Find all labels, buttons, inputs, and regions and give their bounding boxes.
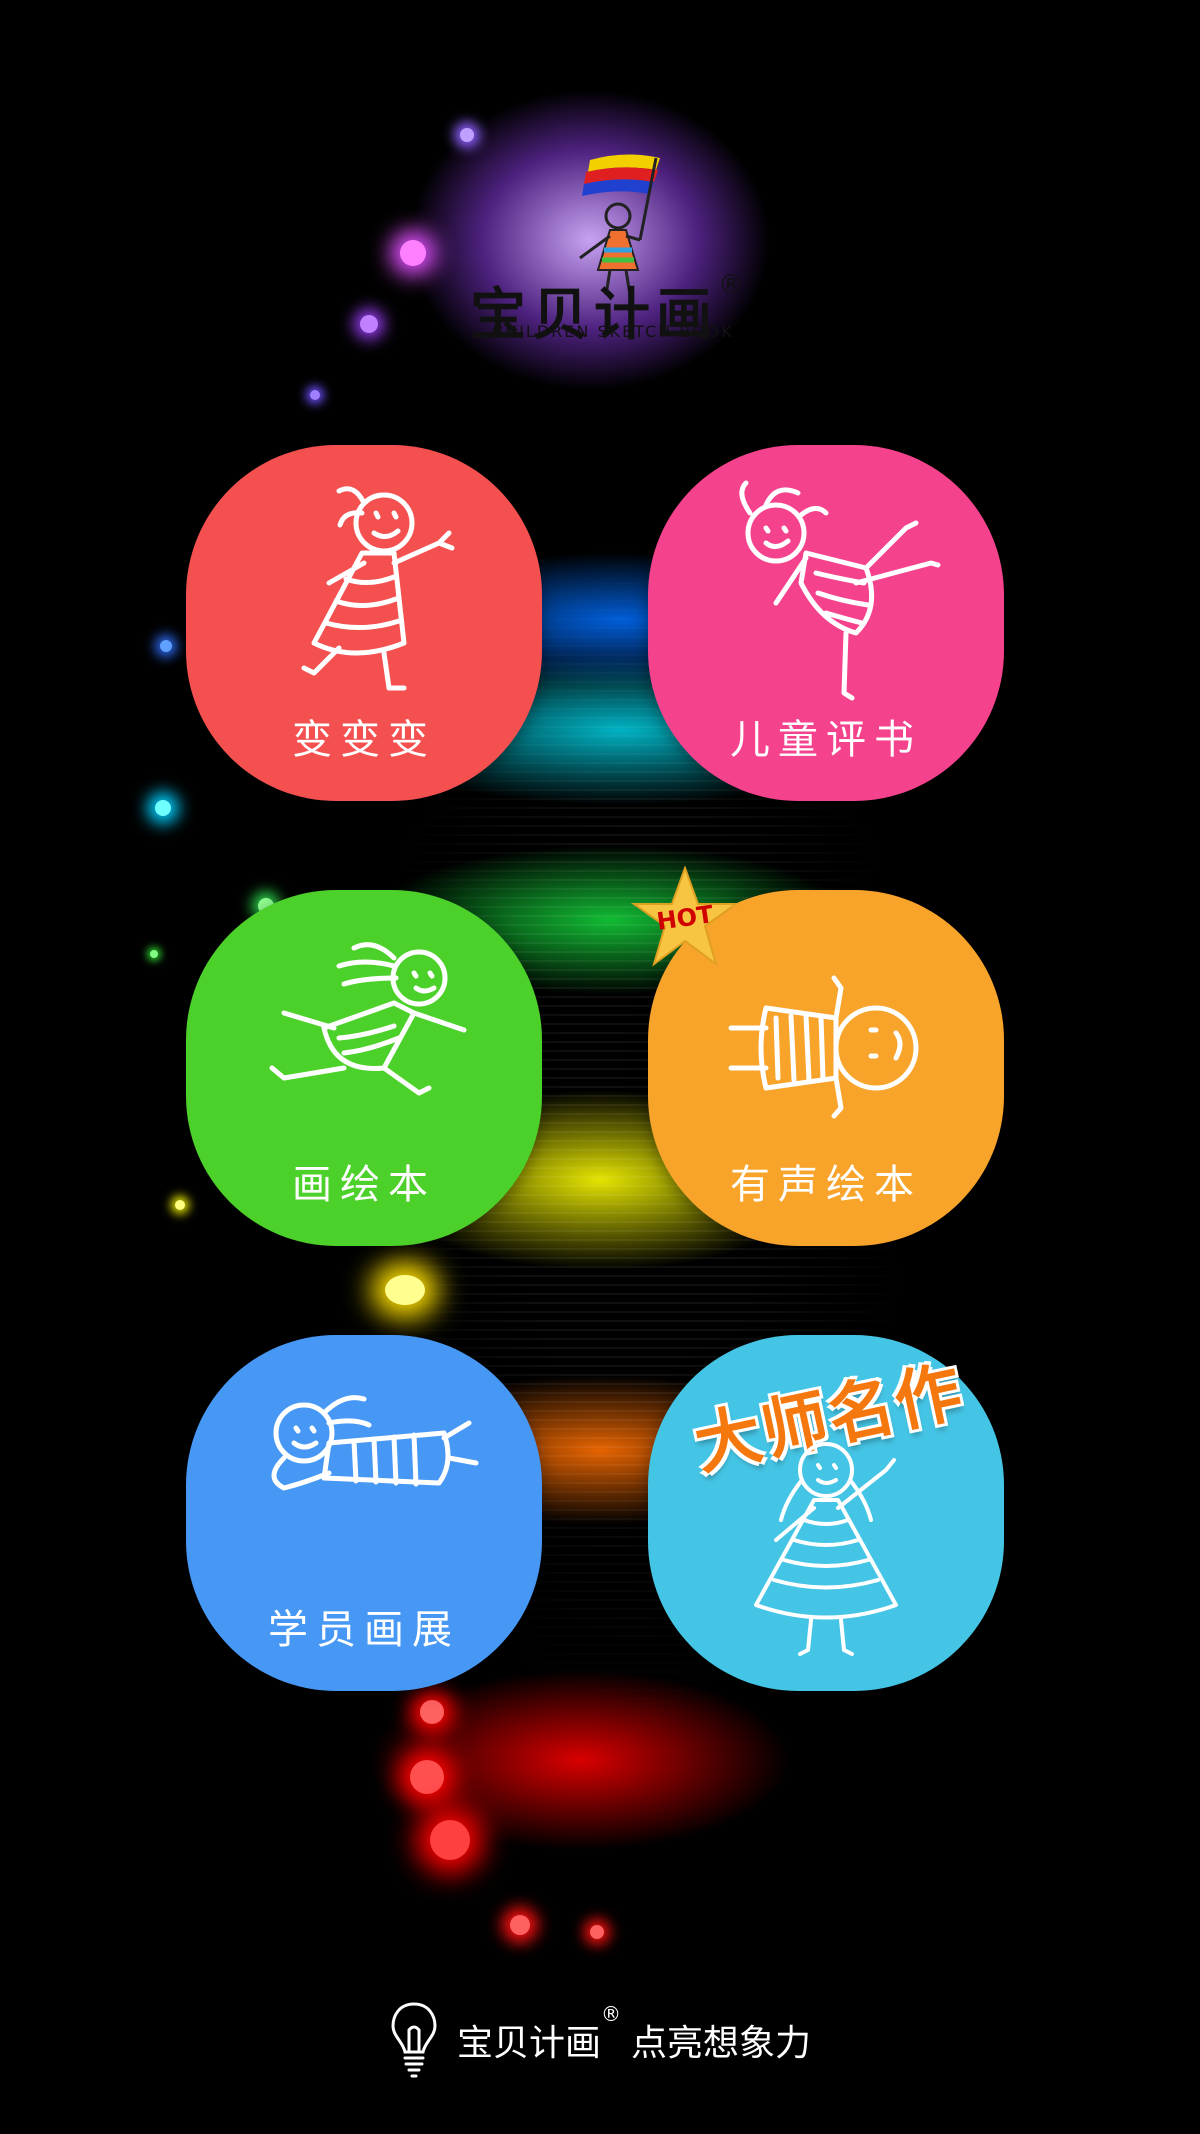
girl-dancing-icon <box>301 486 455 691</box>
hot-badge: HOT <box>630 865 740 971</box>
logo-subtitle: CHILDREN SKETCH BOOK <box>492 322 734 341</box>
logo-reg-mark: ® <box>718 270 750 300</box>
footer-text: 点亮想象力 <box>631 2023 812 2064</box>
tile-label: 变变变 <box>292 717 436 763</box>
girl-waving-icon <box>754 1442 898 1656</box>
app-logo: 宝贝计画® CHILDREN SKETCH BOOK <box>440 140 760 350</box>
footer-brand: 宝贝计画® <box>456 2002 621 2064</box>
tile-children-storytelling[interactable]: 儿童评书 <box>648 445 1004 801</box>
tile-label: 学员画展 <box>268 1607 460 1653</box>
footer-reg-mark: ® <box>601 2002 621 2026</box>
lightbulb-icon <box>391 2002 437 2078</box>
tile-student-gallery[interactable]: 学员画展 <box>186 1335 542 1691</box>
tile-label: 有声绘本 <box>730 1162 922 1208</box>
tile-bianbianbian[interactable]: 变变变 <box>186 445 542 801</box>
footer-slogan: 宝贝计画® 点亮想象力 <box>0 2000 1200 2089</box>
girl-running-icon <box>269 942 467 1096</box>
girl-lying-icon <box>728 975 919 1119</box>
tile-label: 画绘本 <box>292 1162 436 1208</box>
tile-draw-picture-book[interactable]: 画绘本 <box>186 890 542 1246</box>
tile-audio-picture-book[interactable]: HOT 有声绘本 <box>630 865 1004 1246</box>
girl-kicking-icon <box>739 480 941 701</box>
tile-label: 儿童评书 <box>730 717 922 763</box>
tile-master-works[interactable]: 大师名作 <box>648 1335 1004 1691</box>
girl-prone-icon <box>271 1395 479 1491</box>
